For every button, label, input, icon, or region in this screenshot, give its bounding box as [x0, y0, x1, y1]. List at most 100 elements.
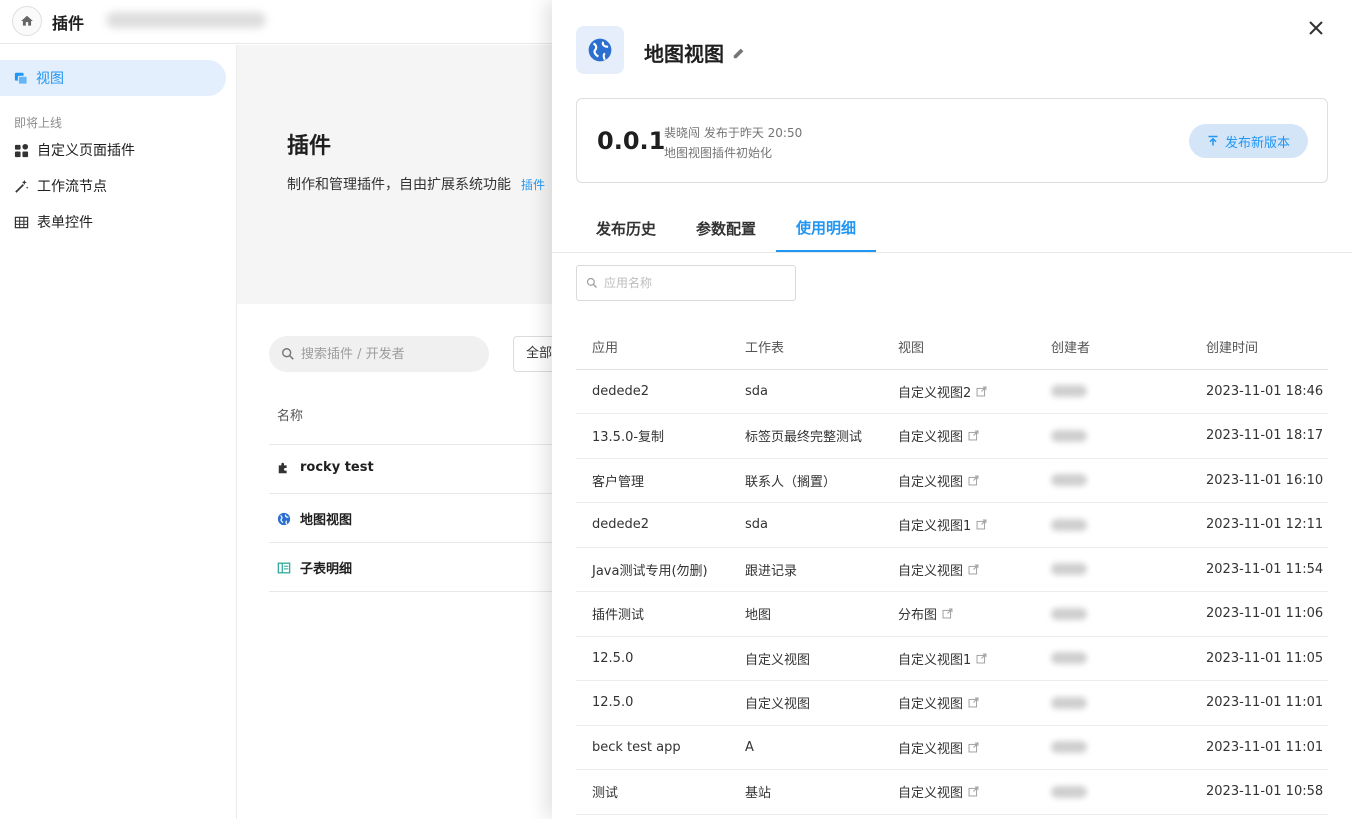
view-name: 自定义视图1 — [898, 519, 972, 535]
home-button[interactable] — [12, 6, 42, 36]
sidebar-item-view[interactable]: 视图 — [0, 60, 226, 96]
cell-sheet: 地图 — [729, 591, 882, 637]
cell-creator — [1035, 591, 1190, 637]
view-link[interactable]: 分布图 — [898, 604, 953, 623]
sidebar-item-workflow-node[interactable]: 工作流节点 — [14, 176, 107, 196]
cell-app: Java测试专用(勿删) — [576, 547, 729, 592]
help-link[interactable]: 插件 — [521, 178, 545, 192]
home-icon — [21, 15, 33, 26]
cell-sheet: 自定义视图 — [729, 680, 882, 726]
sidebar-item-custom-page[interactable]: 自定义页面插件 — [14, 140, 135, 160]
cell-created-time: 2023-11-01 12:11 — [1190, 502, 1328, 548]
plugin-row-rocky-test[interactable]: rocky test — [277, 460, 374, 475]
sidebar-item-form-control[interactable]: 表单控件 — [14, 212, 93, 232]
cell-view: 自定义视图 — [882, 547, 1035, 592]
external-link-icon — [968, 742, 979, 753]
redacted-creator — [1051, 518, 1087, 531]
sidebar-item-label: 表单控件 — [37, 215, 93, 231]
plugin-search-input[interactable] — [301, 346, 471, 362]
view-link[interactable]: 自定义视图 — [898, 782, 979, 801]
version-meta: 裴晓闯 发布于昨天 20:50 地图视图插件初始化 — [664, 123, 802, 163]
tab-parameter-config[interactable]: 参数配置 — [676, 205, 776, 252]
view-name: 分布图 — [898, 608, 938, 624]
view-link[interactable]: 自定义视图 — [898, 426, 979, 445]
cell-created-time: 2023-11-01 18:46 — [1190, 369, 1328, 414]
cell-view: 分布图 — [882, 591, 1035, 637]
cell-app: dedede2 — [576, 369, 729, 414]
cell-app: dedede2 — [576, 502, 729, 548]
view-link[interactable]: 自定义视图 — [898, 560, 979, 579]
cell-creator — [1035, 547, 1190, 592]
cell-created-time: 2023-11-01 16:10 — [1190, 458, 1328, 503]
view-name: 自定义视图1 — [898, 652, 972, 668]
external-link-icon — [968, 697, 979, 708]
version-number: 0.0.1 — [597, 127, 666, 155]
cell-app: 12.5.0 — [576, 636, 729, 681]
publish-new-version-button[interactable]: 发布新版本 — [1189, 124, 1308, 158]
plugin-row-map-view[interactable]: 地图视图 — [277, 509, 352, 528]
globe-icon — [277, 512, 291, 525]
cell-creator — [1035, 413, 1190, 459]
view-link[interactable]: 自定义视图 — [898, 738, 979, 757]
plugin-icon — [576, 26, 624, 74]
plugin-name: rocky test — [300, 460, 374, 475]
cell-sheet: 自定义视图 — [729, 636, 882, 681]
external-link-icon — [942, 608, 953, 619]
plugin-name: 地图视图 — [300, 513, 353, 528]
edit-icon[interactable] — [732, 46, 746, 60]
tab-publish-history[interactable]: 发布历史 — [576, 205, 676, 252]
cell-view: 自定义视图2 — [882, 369, 1035, 414]
version-card: 0.0.1 裴晓闯 发布于昨天 20:50 地图视图插件初始化 发布新版本 — [576, 98, 1328, 183]
usage-table-body: dedede2 sda 自定义视图2 2023-11-01 18:46 13.5.0-复… — [576, 369, 1328, 815]
redacted-creator — [1051, 696, 1087, 709]
external-link-icon — [976, 653, 987, 664]
table-row: 12.5.0 自定义视图 自定义视图 2023-11-01 11:01 — [576, 680, 1328, 726]
app-search-input[interactable] — [604, 276, 784, 290]
table-row: 12.5.0 自定义视图 自定义视图1 2023-11-01 11:05 — [576, 636, 1328, 681]
description-text: 制作和管理插件，自由扩展系统功能 — [287, 177, 511, 193]
view-link[interactable]: 自定义视图2 — [898, 382, 987, 401]
cell-created-time: 2023-11-01 18:17 — [1190, 413, 1328, 459]
cell-app: 测试 — [576, 769, 729, 815]
divider — [269, 493, 559, 494]
column-header-app: 应用 — [576, 324, 729, 370]
cell-creator — [1035, 369, 1190, 414]
app-search[interactable] — [576, 265, 796, 301]
column-header-created-time: 创建时间 — [1190, 324, 1328, 370]
table-row: dedede2 sda 自定义视图2 2023-11-01 18:46 — [576, 369, 1328, 414]
publish-label: 发布新版本 — [1224, 135, 1290, 151]
column-header-name: 名称 — [277, 409, 304, 424]
tab-usage-detail[interactable]: 使用明细 — [776, 205, 876, 252]
view-link[interactable]: 自定义视图 — [898, 471, 979, 490]
table-row: Java测试专用(勿删) 跟进记录 自定义视图 2023-11-01 11:54 — [576, 547, 1328, 592]
table-header-row: 应用 工作表 视图 创建者 创建时间 — [576, 324, 1328, 370]
divider — [269, 444, 559, 445]
plugin-row-subtable-detail[interactable]: 子表明细 — [277, 558, 352, 577]
column-header-view: 视图 — [882, 324, 1035, 370]
sidebar-item-label: 工作流节点 — [37, 179, 107, 195]
view-name: 自定义视图 — [898, 697, 964, 713]
table-row: 客户管理 联系人（搁置） 自定义视图 2023-11-01 16:10 — [576, 458, 1328, 503]
external-link-icon — [968, 475, 979, 486]
cell-created-time: 2023-11-01 11:54 — [1190, 547, 1328, 592]
table-row: 插件测试 地图 分布图 2023-11-01 11:06 — [576, 591, 1328, 637]
view-link[interactable]: 自定义视图1 — [898, 515, 987, 534]
cell-view: 自定义视图1 — [882, 636, 1035, 681]
main-title: 插件 — [287, 134, 332, 159]
view-link[interactable]: 自定义视图1 — [898, 649, 987, 668]
cell-creator — [1035, 502, 1190, 548]
view-icon — [14, 72, 28, 85]
cell-creator — [1035, 725, 1190, 770]
table-row: dedede2 sda 自定义视图1 2023-11-01 12:11 — [576, 502, 1328, 548]
plugin-search[interactable] — [269, 336, 489, 372]
table-icon — [14, 216, 29, 228]
cell-created-time: 2023-11-01 11:01 — [1190, 680, 1328, 726]
view-link[interactable]: 自定义视图 — [898, 693, 979, 712]
column-header-creator: 创建者 — [1035, 324, 1190, 370]
close-button[interactable] — [1304, 16, 1328, 40]
cell-sheet: A — [729, 725, 882, 770]
external-link-icon — [976, 519, 987, 530]
redacted-creator — [1051, 785, 1087, 798]
cell-created-time: 2023-11-01 11:06 — [1190, 591, 1328, 637]
sidebar-group-label: 即将上线 — [14, 116, 63, 130]
